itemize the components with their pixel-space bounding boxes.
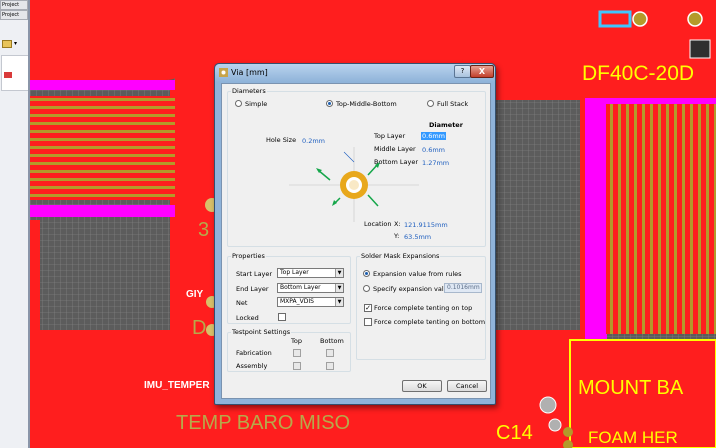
- end-layer-value: Bottom Layer: [280, 284, 321, 291]
- net-value: MXPA_VDIS: [280, 298, 314, 305]
- radio-full-stack[interactable]: [427, 100, 434, 107]
- mount-silk-label: MOUNT BA: [578, 377, 684, 399]
- location-x-label: X:: [394, 220, 401, 228]
- end-layer-label: End Layer: [236, 285, 269, 293]
- tent-bottom-checkbox[interactable]: [364, 318, 372, 326]
- project-button-2[interactable]: Project: [0, 10, 28, 20]
- start-layer-label: Start Layer: [236, 270, 273, 278]
- net-label: Net: [236, 299, 248, 307]
- via-diagram-icon: [289, 147, 419, 222]
- imu-temp-net-label: IMU_TEMPER: [144, 380, 210, 391]
- ok-button[interactable]: OK: [402, 380, 442, 392]
- diameter-header: Diameter: [429, 121, 463, 129]
- location-y-input[interactable]: 63.5mm: [404, 233, 431, 241]
- locked-checkbox[interactable]: [278, 313, 286, 321]
- testpoint-bottom-header: Bottom: [320, 337, 344, 345]
- location-x-input[interactable]: 121.9115mm: [404, 221, 448, 229]
- diameters-legend: Diameters: [232, 87, 266, 95]
- assembly-top-checkbox[interactable]: [293, 362, 301, 370]
- solder-mask-legend: Solder Mask Expansions: [361, 252, 440, 260]
- specify-expansion-label[interactable]: Specify expansion value: [373, 285, 452, 293]
- project-tree[interactable]: [1, 55, 29, 91]
- tent-bottom-label[interactable]: Force complete tenting on bottom: [374, 318, 485, 326]
- projects-panel: Project Project ▾: [0, 0, 30, 448]
- folder-icon[interactable]: [2, 40, 12, 48]
- radio-expansion-from-rules[interactable]: [363, 270, 370, 277]
- location-label: Location: [364, 220, 392, 228]
- assembly-label: Assembly: [236, 362, 268, 370]
- testpoint-legend: Testpoint Settings: [232, 328, 291, 336]
- radio-top-middle-bottom[interactable]: [326, 100, 333, 107]
- dialog-title: Via [mm]: [231, 68, 268, 77]
- radio-simple[interactable]: [235, 100, 242, 107]
- testpoint-top-header: Top: [291, 337, 302, 345]
- expansion-value-input[interactable]: 0.1016mm: [444, 283, 482, 293]
- expansion-from-rules-label[interactable]: Expansion value from rules: [373, 270, 462, 278]
- pcb-doc-icon: [4, 72, 12, 78]
- assembly-bottom-checkbox[interactable]: [326, 362, 334, 370]
- chevron-down-icon[interactable]: ▼: [335, 284, 343, 292]
- fabrication-top-checkbox[interactable]: [293, 349, 301, 357]
- pin-number-silk: 3: [198, 219, 210, 241]
- tent-top-label[interactable]: Force complete tenting on top: [374, 304, 472, 312]
- via-dialog: Via [mm] ? X Diameters Simple Top-Middle…: [214, 63, 496, 405]
- project-button[interactable]: Project: [0, 0, 28, 10]
- properties-legend: Properties: [232, 252, 265, 260]
- net-select[interactable]: MXPA_VDIS ▼: [277, 297, 344, 307]
- fabrication-bottom-checkbox[interactable]: [326, 349, 334, 357]
- tent-top-checkbox[interactable]: ✓: [364, 304, 372, 312]
- radio-simple-label[interactable]: Simple: [245, 100, 267, 108]
- locked-label: Locked: [236, 314, 259, 322]
- connector-silk-label: DF40C-20D: [582, 62, 695, 85]
- bottom-mirrored-silk: TEMP BARO MISO: [176, 412, 351, 434]
- dropdown-arrow-icon[interactable]: ▾: [14, 40, 22, 48]
- dialog-titlebar[interactable]: Via [mm] ? X: [215, 64, 495, 82]
- cancel-button[interactable]: Cancel: [447, 380, 487, 392]
- top-layer-label: Top Layer: [374, 132, 406, 140]
- top-layer-diameter-input[interactable]: 0.6mm: [421, 132, 447, 140]
- chevron-down-icon[interactable]: ▼: [335, 269, 343, 277]
- dialog-client-area: Diameters Simple Top-Middle-Bottom Full …: [221, 83, 491, 399]
- gyro-net-label: GIY: [186, 289, 204, 300]
- gnd-letter-silk: D: [192, 317, 207, 339]
- foam-silk-label: FOAM HER: [588, 428, 678, 447]
- help-button[interactable]: ?: [454, 65, 471, 78]
- cap-ref-silk: C14: [496, 422, 533, 444]
- close-button[interactable]: X: [470, 65, 494, 78]
- location-y-label: Y:: [394, 232, 400, 240]
- bottom-layer-diameter-input[interactable]: 1.27mm: [422, 159, 449, 167]
- fabrication-label: Fabrication: [236, 349, 272, 357]
- start-layer-value: Top Layer: [280, 269, 309, 276]
- middle-layer-diameter-input[interactable]: 0.6mm: [422, 146, 445, 154]
- radio-top-middle-bottom-label[interactable]: Top-Middle-Bottom: [336, 100, 397, 108]
- radio-specify-expansion[interactable]: [363, 285, 370, 292]
- start-layer-select[interactable]: Top Layer ▼: [277, 268, 344, 278]
- chevron-down-icon[interactable]: ▼: [335, 298, 343, 306]
- via-app-icon: [219, 68, 228, 77]
- radio-full-stack-label[interactable]: Full Stack: [437, 100, 468, 108]
- panel-splitter[interactable]: [28, 0, 30, 448]
- end-layer-select[interactable]: Bottom Layer ▼: [277, 283, 344, 293]
